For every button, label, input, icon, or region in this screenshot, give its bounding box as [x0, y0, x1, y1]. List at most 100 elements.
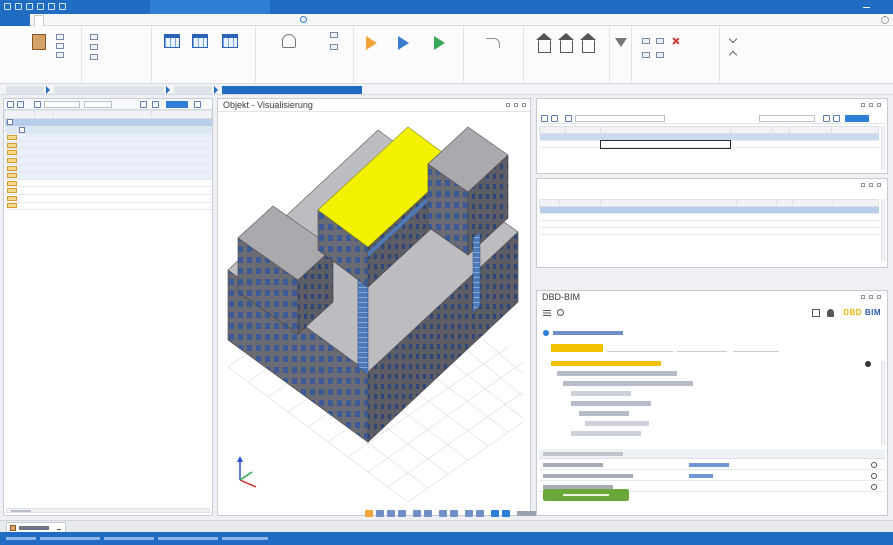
tab-aktionen[interactable]	[96, 16, 118, 25]
gear-icon[interactable]	[871, 484, 877, 490]
filter-field[interactable]	[44, 101, 80, 108]
col-header[interactable]	[600, 199, 737, 207]
tab-abgleich[interactable]	[128, 16, 152, 25]
tree-node[interactable]	[571, 391, 631, 396]
network-icon[interactable]	[282, 34, 296, 48]
tab-eigenschaften[interactable]	[551, 344, 603, 352]
play-orange-icon[interactable]	[366, 36, 377, 50]
col-header[interactable]	[600, 126, 731, 134]
search-input[interactable]	[84, 101, 112, 108]
list-icon[interactable]	[56, 52, 64, 58]
table-row[interactable]	[539, 133, 879, 141]
col-header[interactable]	[776, 199, 794, 207]
tab-start[interactable]	[34, 15, 44, 26]
dropdown-icon[interactable]	[551, 115, 558, 122]
cart-icon[interactable]	[812, 309, 820, 317]
table-row[interactable]	[4, 141, 212, 150]
tree-node[interactable]	[571, 431, 641, 436]
layers-icon[interactable]	[491, 510, 499, 517]
undo-icon[interactable]	[37, 3, 44, 10]
pane-close-icon[interactable]	[522, 103, 526, 107]
property-row[interactable]	[539, 471, 885, 481]
expand-all-icon[interactable]	[728, 34, 738, 44]
breadcrumb-item[interactable]	[174, 86, 212, 94]
list-icon[interactable]	[56, 43, 64, 49]
cut-icon[interactable]	[656, 38, 664, 44]
table-row[interactable]	[4, 179, 212, 188]
dropdown-icon[interactable]	[17, 101, 24, 108]
col-header[interactable]	[788, 126, 832, 134]
vertical-scrollbar[interactable]	[881, 199, 886, 261]
list-icon[interactable]	[90, 44, 98, 50]
camera-icon[interactable]	[476, 510, 484, 517]
tab-modelldarstellung[interactable]	[162, 16, 242, 25]
col-header[interactable]	[33, 110, 53, 119]
house-icon[interactable]	[558, 33, 574, 53]
settings-icon[interactable]	[881, 16, 889, 24]
breadcrumb-item[interactable]	[54, 86, 164, 94]
table-row[interactable]	[4, 148, 212, 157]
menu-icon[interactable]	[543, 310, 551, 316]
breadcrumb-item-active[interactable]	[222, 86, 362, 94]
gear-icon[interactable]	[871, 462, 877, 468]
search-input[interactable]	[759, 115, 815, 122]
property-row[interactable]	[539, 460, 885, 470]
table-row[interactable]	[4, 156, 212, 165]
vertical-scrollbar[interactable]	[881, 126, 886, 170]
col-header[interactable]	[729, 126, 774, 134]
pane-pin-icon[interactable]	[869, 183, 873, 187]
grid-icon[interactable]	[34, 101, 41, 108]
col-header[interactable]	[538, 199, 561, 207]
user-icon[interactable]	[827, 309, 834, 317]
table-icon[interactable]	[192, 34, 208, 48]
play-green-icon[interactable]	[434, 36, 445, 50]
apply-data-button[interactable]	[543, 489, 629, 501]
vertical-scrollbar[interactable]	[881, 361, 886, 445]
paste-icon[interactable]	[656, 52, 664, 58]
table-row[interactable]	[539, 206, 879, 214]
paste-icon[interactable]	[330, 44, 338, 50]
camera-icon[interactable]	[465, 510, 473, 517]
info-icon[interactable]	[865, 361, 871, 367]
copy-icon[interactable]	[642, 38, 650, 44]
table-row[interactable]	[4, 164, 212, 173]
list-icon[interactable]	[90, 34, 98, 40]
filter-icon[interactable]	[615, 38, 627, 47]
tree-node[interactable]	[563, 381, 693, 386]
table-icon[interactable]	[164, 34, 180, 48]
document-tab[interactable]	[6, 522, 66, 532]
view-icon[interactable]	[398, 510, 406, 517]
paste-icon[interactable]	[642, 52, 650, 58]
view-selector[interactable]	[166, 101, 188, 108]
tab-ansicht[interactable]	[68, 16, 88, 25]
search-icon[interactable]	[823, 115, 830, 122]
redo-icon[interactable]	[48, 3, 55, 10]
table-row[interactable]	[4, 202, 212, 211]
col-header[interactable]	[51, 110, 153, 119]
render-icon[interactable]	[450, 510, 458, 517]
save-icon[interactable]	[15, 3, 22, 10]
options-icon[interactable]	[194, 101, 201, 108]
render-icon[interactable]	[439, 510, 447, 517]
pane-menu-icon[interactable]	[861, 183, 865, 187]
section-icon[interactable]	[413, 510, 421, 517]
grid-icon[interactable]	[26, 3, 33, 10]
table-row[interactable]	[4, 171, 212, 180]
help-search-icon[interactable]	[300, 16, 307, 23]
table-row[interactable]	[539, 139, 879, 149]
tree-node[interactable]	[571, 401, 651, 406]
tree-node[interactable]	[551, 361, 661, 366]
section-icon[interactable]	[424, 510, 432, 517]
layers-icon[interactable]	[502, 510, 510, 517]
selection-icon[interactable]	[365, 510, 373, 517]
table-row[interactable]	[539, 213, 879, 221]
col-header[interactable]	[772, 126, 790, 134]
building-model-view[interactable]	[218, 112, 530, 515]
view-icon[interactable]	[387, 510, 395, 517]
add-icon[interactable]	[541, 115, 548, 122]
close-icon[interactable]	[57, 526, 61, 530]
tab-regeln[interactable]	[677, 344, 727, 352]
col-header[interactable]	[792, 199, 834, 207]
col-header[interactable]	[539, 126, 566, 134]
gear-icon[interactable]	[871, 473, 877, 479]
